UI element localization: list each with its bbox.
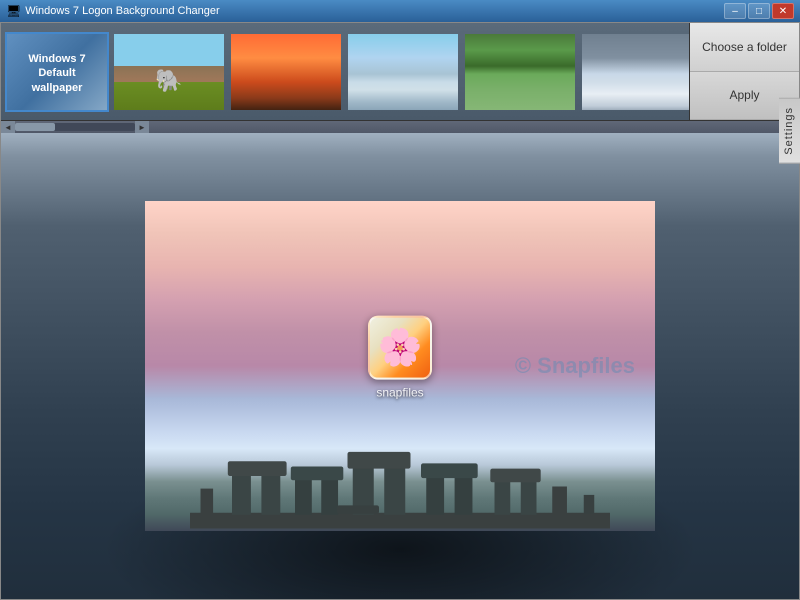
settings-tab[interactable]: Settings — [779, 98, 800, 164]
login-area: 🌸 snapfiles — [368, 316, 432, 400]
thumbnail-strip[interactable]: Windows 7 Default wallpaper — [1, 23, 689, 120]
elephant-thumbnail-img — [114, 34, 224, 112]
maximize-button[interactable]: □ — [748, 3, 770, 19]
default-wallpaper-label: Windows 7 Default wallpaper — [7, 34, 107, 112]
user-label: snapfiles — [376, 386, 423, 400]
thumbnail-elephant[interactable] — [112, 32, 226, 112]
thumbnail-scrollbar[interactable]: ◄ ► — [1, 121, 799, 133]
scroll-left-button[interactable]: ◄ — [1, 121, 15, 133]
title-bar: 🖥 Windows 7 Logon Background Changer – □… — [0, 0, 800, 22]
stonehenge-silhouette — [190, 421, 610, 531]
thumbnail-ocean[interactable] — [580, 32, 689, 112]
thumbnail-lake[interactable] — [346, 32, 460, 112]
preview-window: 🌸 snapfiles © Snapfiles — [145, 201, 655, 531]
thumbnail-sunset[interactable] — [229, 32, 343, 112]
watermark: © Snapfiles — [515, 353, 635, 379]
scroll-right-button[interactable]: ► — [135, 121, 149, 133]
lake-thumbnail-img — [348, 34, 458, 112]
scroll-track — [15, 123, 135, 131]
user-icon: 🌸 — [368, 316, 432, 380]
window-title: Windows 7 Logon Background Changer — [25, 5, 722, 17]
choose-folder-button[interactable]: Choose a folder — [690, 23, 799, 72]
sunset-thumbnail-img — [231, 34, 341, 112]
close-button[interactable]: ✕ — [772, 3, 794, 19]
thumbnail-forest[interactable] — [463, 32, 577, 112]
toolbar: Windows 7 Default wallpaper — [1, 23, 799, 121]
content-area: 🌸 snapfiles © Snapfiles — [1, 133, 799, 599]
main-window: Windows 7 Default wallpaper — [0, 22, 800, 600]
window-icon: 🖥 — [6, 4, 21, 18]
scroll-thumb[interactable] — [15, 123, 55, 131]
preview-background: 🌸 snapfiles © Snapfiles — [145, 201, 655, 531]
forest-thumbnail-img — [465, 34, 575, 112]
thumbnail-default[interactable]: Windows 7 Default wallpaper — [5, 32, 109, 112]
minimize-button[interactable]: – — [724, 3, 746, 19]
ocean-thumbnail-img — [582, 34, 689, 112]
